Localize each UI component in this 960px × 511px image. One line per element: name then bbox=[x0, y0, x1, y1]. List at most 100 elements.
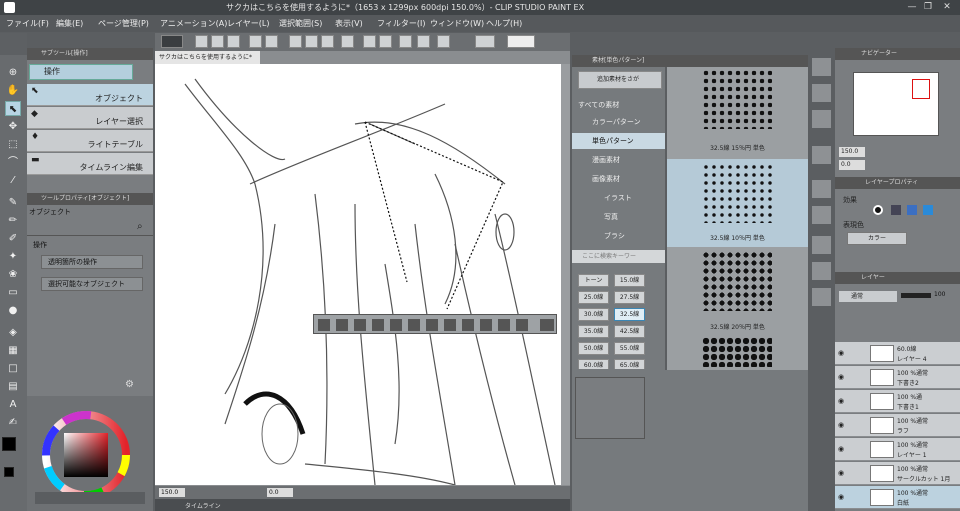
main-color-swatch[interactable] bbox=[2, 437, 16, 451]
pen-tool-icon[interactable]: ✎ bbox=[5, 195, 21, 210]
dock-icon[interactable] bbox=[812, 180, 831, 198]
move-layer-icon[interactable]: ✥ bbox=[5, 119, 21, 134]
chip[interactable]: 15.0線 bbox=[614, 274, 645, 287]
cut-paste-icon[interactable] bbox=[426, 319, 438, 331]
chip[interactable]: 32.5線 bbox=[614, 308, 645, 321]
display-dropdown-icon[interactable] bbox=[475, 35, 495, 48]
pencil-tool-icon[interactable]: ✏ bbox=[5, 213, 21, 228]
frame-icon[interactable]: ▤ bbox=[5, 379, 21, 394]
chip[interactable]: 60.0線 bbox=[578, 359, 609, 369]
tree-illust[interactable]: イラスト bbox=[572, 190, 665, 206]
operation-tool-icon[interactable]: ⬉ bbox=[5, 101, 21, 116]
tone-icon[interactable] bbox=[480, 319, 492, 331]
eye-icon[interactable]: ◉ bbox=[838, 493, 844, 501]
launcher-settings-icon[interactable] bbox=[540, 319, 554, 331]
layer-row[interactable]: ◉ 100 %通常 サークルカット 1月 bbox=[835, 462, 960, 485]
navigator-thumbnail[interactable] bbox=[853, 72, 939, 136]
save-icon[interactable] bbox=[227, 35, 240, 48]
dock-icon[interactable] bbox=[812, 236, 831, 254]
blend-icon[interactable]: ● bbox=[5, 303, 21, 318]
canvas-paper[interactable] bbox=[155, 64, 561, 485]
tree-color-pattern[interactable]: カラーパターン bbox=[572, 114, 665, 130]
dock-icon[interactable] bbox=[812, 84, 831, 102]
color-wheel[interactable] bbox=[41, 410, 131, 500]
layer-row[interactable]: ◉ 100 %通常 ラフ bbox=[835, 414, 960, 437]
eye-icon[interactable]: ◉ bbox=[838, 349, 844, 357]
subtool-light-table[interactable]: ♦ ライトテーブル bbox=[27, 130, 153, 152]
clip-logo-icon[interactable] bbox=[161, 35, 183, 48]
tone-thumb[interactable] bbox=[702, 69, 772, 129]
open-file-icon[interactable] bbox=[211, 35, 224, 48]
menu-page[interactable]: ページ管理(P) bbox=[98, 18, 149, 29]
angle-value[interactable]: 0.0 bbox=[267, 488, 293, 497]
brush-tool-icon[interactable]: ✐ bbox=[5, 231, 21, 246]
layer-row[interactable]: ◉ 60.0線 レイヤー 4 bbox=[835, 342, 960, 365]
fill-icon[interactable] bbox=[321, 35, 334, 48]
timeline-tab[interactable]: タイムライン bbox=[185, 501, 221, 510]
menu-animation[interactable]: アニメーション(A) bbox=[160, 18, 227, 29]
dock-icon[interactable] bbox=[812, 206, 831, 224]
selection-tool-icon[interactable]: ⬚ bbox=[5, 137, 21, 152]
dock-icon[interactable] bbox=[812, 58, 831, 76]
nav-zoom[interactable]: 150.0 bbox=[839, 147, 865, 157]
dock-icon[interactable] bbox=[812, 262, 831, 280]
effect-border-icon[interactable] bbox=[873, 205, 883, 215]
zoom-value[interactable]: 150.0 bbox=[159, 488, 185, 497]
airbrush-icon[interactable]: ✦ bbox=[5, 249, 21, 264]
tree-photo[interactable]: 写真 bbox=[572, 209, 665, 225]
chip[interactable]: 30.0線 bbox=[578, 308, 609, 321]
eraser-icon[interactable]: ▭ bbox=[5, 285, 21, 300]
paint-icon[interactable] bbox=[498, 319, 510, 331]
selectable-object-field[interactable]: 選択可能なオブジェクト bbox=[41, 277, 143, 291]
opacity-slider[interactable] bbox=[901, 293, 931, 298]
transform-selection-icon[interactable] bbox=[444, 319, 456, 331]
view-frame[interactable] bbox=[912, 79, 930, 99]
chip[interactable]: 50.0線 bbox=[578, 342, 609, 355]
tree-all[interactable]: すべての素材 bbox=[572, 97, 665, 113]
canvas-scrollbar[interactable] bbox=[561, 64, 570, 485]
copy-paste-icon[interactable] bbox=[408, 319, 420, 331]
chip[interactable]: 65.0線 bbox=[614, 359, 645, 369]
tree-brush[interactable]: ブラシ bbox=[572, 228, 665, 244]
expand-selection-icon[interactable] bbox=[372, 319, 384, 331]
help-icon[interactable] bbox=[507, 35, 535, 48]
deselect-icon[interactable] bbox=[341, 35, 354, 48]
tree-image[interactable]: 画像素材 bbox=[572, 171, 665, 187]
subtool-group-tab[interactable]: 操作 bbox=[29, 64, 133, 80]
expression-select[interactable]: カラー bbox=[847, 232, 907, 245]
wrench-icon[interactable]: ⚙ bbox=[125, 379, 134, 390]
color-mode-strip[interactable] bbox=[35, 492, 145, 504]
menu-layer[interactable]: レイヤー(L) bbox=[227, 18, 269, 29]
menu-help[interactable]: ヘルプ(H) bbox=[486, 18, 522, 29]
subtool-layer-select[interactable]: ◆ レイヤー選択 bbox=[27, 107, 153, 129]
checker-icon[interactable] bbox=[516, 319, 528, 331]
document-tab[interactable]: サクカはこちらを使用するように* bbox=[155, 51, 260, 64]
magnify-icon[interactable]: ⌕ bbox=[137, 221, 143, 232]
chip[interactable]: 35.0線 bbox=[578, 325, 609, 338]
layer-row[interactable]: ◉ 100 %通常 下書き2 bbox=[835, 366, 960, 389]
chip[interactable]: 42.5線 bbox=[614, 325, 645, 338]
menu-file[interactable]: ファイル(F) bbox=[6, 18, 49, 29]
menu-edit[interactable]: 編集(E) bbox=[56, 18, 83, 29]
nav-angle[interactable]: 0.0 bbox=[839, 160, 865, 170]
layer-tab[interactable]: レイヤー bbox=[835, 272, 960, 284]
hand-tool-icon[interactable]: ✋ bbox=[5, 83, 21, 98]
pen-pressure-icon[interactable] bbox=[437, 35, 450, 48]
new-file-icon[interactable] bbox=[195, 35, 208, 48]
eye-icon[interactable]: ◉ bbox=[838, 397, 844, 405]
chip[interactable]: 55.0線 bbox=[614, 342, 645, 355]
crop-icon[interactable] bbox=[379, 35, 392, 48]
tone-thumb[interactable] bbox=[702, 251, 772, 311]
blend-mode-select[interactable]: 通常 bbox=[839, 291, 897, 302]
dock-icon[interactable] bbox=[812, 288, 831, 306]
pen-snap-icon[interactable] bbox=[399, 35, 412, 48]
clear-outside-icon[interactable] bbox=[318, 319, 330, 331]
text-tool-icon[interactable]: A bbox=[5, 397, 21, 412]
keyword-search[interactable]: ここに検索キーワー bbox=[572, 250, 665, 263]
chip[interactable]: 25.0線 bbox=[578, 291, 609, 304]
menu-window[interactable]: ウィンドウ(W) bbox=[430, 18, 484, 29]
shrink-selection-icon[interactable] bbox=[354, 319, 366, 331]
opacity-value[interactable]: 100 bbox=[934, 291, 945, 298]
decoration-icon[interactable]: ❀ bbox=[5, 267, 21, 282]
dock-icon[interactable] bbox=[812, 146, 831, 164]
